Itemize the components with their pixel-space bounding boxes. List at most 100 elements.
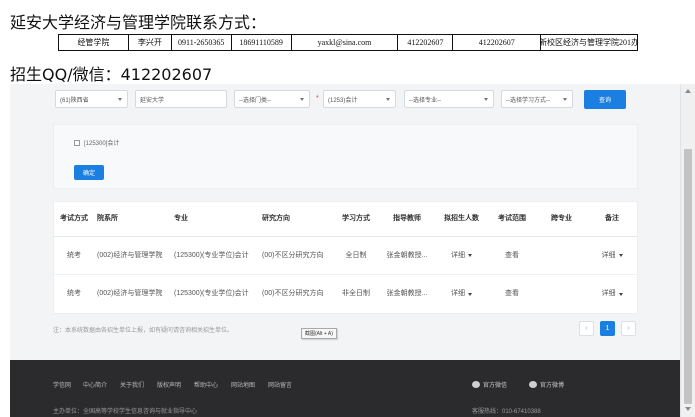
row-major: (125300)(专业学位)会计 (174, 251, 249, 259)
footer-weibo[interactable]: 官方微博 (529, 380, 564, 389)
scroll-down-icon[interactable] (685, 407, 691, 411)
row-research-direction: (00)不区分研究方向 (262, 290, 324, 297)
next-page-button[interactable]: › (621, 321, 636, 336)
contact-table: 经管学院 李兴开 0911-2650365 18691110589 yaxkl@… (58, 34, 638, 51)
footer-wechat[interactable]: 官方微信 (472, 380, 507, 389)
footer-link-about-center[interactable]: 中心简介 (83, 380, 107, 389)
footer-link-sitemap[interactable]: 网站地图 (231, 380, 255, 389)
chevron-down-icon (386, 98, 390, 101)
screenshot-tooltip: 截图(Alt + A) (301, 328, 337, 339)
subject-select-value: (1253)会计 (328, 97, 358, 104)
footer-wechat-label: 官方微信 (483, 383, 508, 389)
chevron-down-icon (118, 98, 122, 101)
contact-cell-phone: 0911-2650365 (172, 35, 232, 50)
header-major: 专业 (174, 215, 188, 222)
school-input-value: 延安大学 (140, 97, 165, 104)
row-exam-scope-link[interactable]: 查看 (492, 237, 532, 274)
header-research-direction: 研究方向 (262, 215, 290, 222)
row-study-mode: 全日制 (345, 251, 367, 259)
caret-down-icon (468, 254, 472, 257)
query-button[interactable]: 查询 (584, 90, 626, 109)
caret-down-icon (618, 254, 623, 257)
caret-down-icon (618, 292, 623, 296)
footer-link-copyright[interactable]: 版权声明 (157, 380, 181, 389)
row-exam-mode: 统考 (67, 290, 81, 297)
chevron-down-icon (484, 98, 488, 101)
row-department: (002)经济与管理学院 (97, 251, 163, 259)
contact-cell-mobile: 18691110589 (232, 35, 292, 50)
major-checkbox-label: [125300]会计 (84, 141, 120, 147)
prev-page-button[interactable]: ‹ (579, 321, 594, 336)
footnote: 注：本系统数据由各招生单位上报，如有疑问请咨询相关招生单位。 (53, 328, 234, 334)
filter-row: (61)陕西省 延安大学 --选择门类-- * (1253)会计 --选择专业-… (10, 84, 680, 114)
footer-link-feedback[interactable]: 网站留言 (268, 380, 292, 389)
header-exam-scope: 考试范围 (498, 215, 526, 222)
header-department: 院系所 (97, 215, 118, 222)
category-select[interactable]: --选择门类-- (234, 90, 310, 108)
header-remarks: 备注 (605, 215, 619, 222)
row-enrollment-detail[interactable]: 详细 (439, 237, 484, 274)
major-checkbox[interactable] (74, 140, 80, 146)
footer-hotline: 客服热线：010-67410388 (472, 409, 541, 415)
footer-link-help[interactable]: 帮助中心 (194, 380, 218, 389)
row-department: (002)经济与管理学院 (97, 290, 163, 297)
contact-cell-address: 新校区经济与管理学院201办 (541, 35, 638, 50)
contact-heading: 延安大学经济与管理学院联系方式： (10, 13, 267, 32)
row-advisor[interactable]: 张金朝教授... (382, 275, 432, 313)
remarks-detail-label: 详细 (601, 251, 616, 259)
row-exam-mode: 统考 (67, 251, 81, 259)
header-enrollment: 拟招生人数 (444, 215, 479, 222)
province-select-value: (61)陕西省 (60, 97, 89, 104)
site-footer: 学信网 中心简介 关于我们 版权声明 帮助中心 网站地图 网站留言 官方微信 官… (10, 360, 680, 417)
school-input[interactable]: 延安大学 (135, 90, 227, 108)
footer-sponsor: 主办单位：全国高等学校学生信息咨询与就业指导中心 (53, 409, 198, 415)
wechat-icon (472, 381, 480, 388)
footer-link-chsi[interactable]: 学信网 (53, 380, 71, 389)
header-cross-major: 跨专业 (551, 215, 572, 222)
row-enrollment-detail[interactable]: 详细 (439, 275, 484, 313)
contact-cell-email: yaxkl@sina.com (292, 35, 399, 50)
contact-cell-wechat: 412202607 (453, 35, 542, 50)
contact-cell-name: 李兴开 (129, 35, 172, 50)
header-study-mode: 学习方式 (342, 215, 370, 222)
chevron-down-icon (300, 98, 304, 101)
results-table: 考试方式 院系所 专业 研究方向 学习方式 指导教师 拟招生人数 考试范围 跨专… (53, 201, 638, 314)
province-select[interactable]: (61)陕西省 (55, 90, 128, 108)
enrollment-detail-label: 详细 (451, 251, 465, 259)
chevron-down-icon (563, 98, 567, 101)
major-panel: [125300]会计 确定 (53, 124, 638, 189)
table-row: 统考 (002)经济与管理学院 (125300)(专业学位)会计 (00)不区分… (54, 237, 637, 275)
query-page: (61)陕西省 延安大学 --选择门类-- * (1253)会计 --选择专业-… (10, 84, 680, 417)
header-exam-mode: 考试方式 (60, 215, 88, 222)
page-scrollbar[interactable] (680, 84, 695, 417)
category-select-value: --选择门类-- (239, 97, 271, 104)
enrollment-detail-label: 详细 (451, 290, 465, 297)
major-select-value: --选择专业-- (409, 97, 441, 104)
qq-heading: 招生QQ/微信：412202607 (10, 65, 213, 84)
scroll-thumb[interactable] (684, 149, 692, 404)
required-asterisk: * (316, 95, 319, 102)
row-remarks-detail[interactable]: 详细 (592, 237, 632, 274)
contact-cell-college: 经管学院 (59, 35, 129, 50)
row-major: (125300)(专业学位)会计 (174, 290, 249, 297)
page-number-button[interactable]: 1 (600, 321, 615, 336)
row-remarks-detail[interactable]: 详细 (592, 275, 632, 313)
header-advisor: 指导教师 (393, 215, 421, 222)
caret-down-icon (468, 292, 472, 296)
row-cross-major (544, 275, 579, 313)
row-exam-scope-link[interactable]: 查看 (492, 275, 532, 313)
row-cross-major (544, 237, 579, 274)
footer-weibo-label: 官方微博 (540, 383, 565, 389)
major-select[interactable]: --选择专业-- (404, 90, 494, 108)
remarks-detail-label: 详细 (601, 290, 616, 297)
subject-select[interactable]: (1253)会计 (323, 90, 396, 108)
table-row: 统考 (002)经济与管理学院 (125300)(专业学位)会计 (00)不区分… (54, 275, 637, 313)
row-study-mode: 非全日制 (342, 290, 370, 297)
row-research-direction: (00)不区分研究方向 (262, 251, 324, 259)
footer-link-about-us[interactable]: 关于我们 (120, 380, 144, 389)
row-advisor[interactable]: 张金朝教授... (382, 237, 432, 274)
study-mode-select[interactable]: --选择学习方式-- (501, 90, 573, 108)
scroll-up-icon[interactable] (685, 89, 691, 93)
table-header: 考试方式 院系所 专业 研究方向 学习方式 指导教师 拟招生人数 考试范围 跨专… (54, 202, 637, 237)
confirm-button[interactable]: 确定 (74, 165, 104, 180)
